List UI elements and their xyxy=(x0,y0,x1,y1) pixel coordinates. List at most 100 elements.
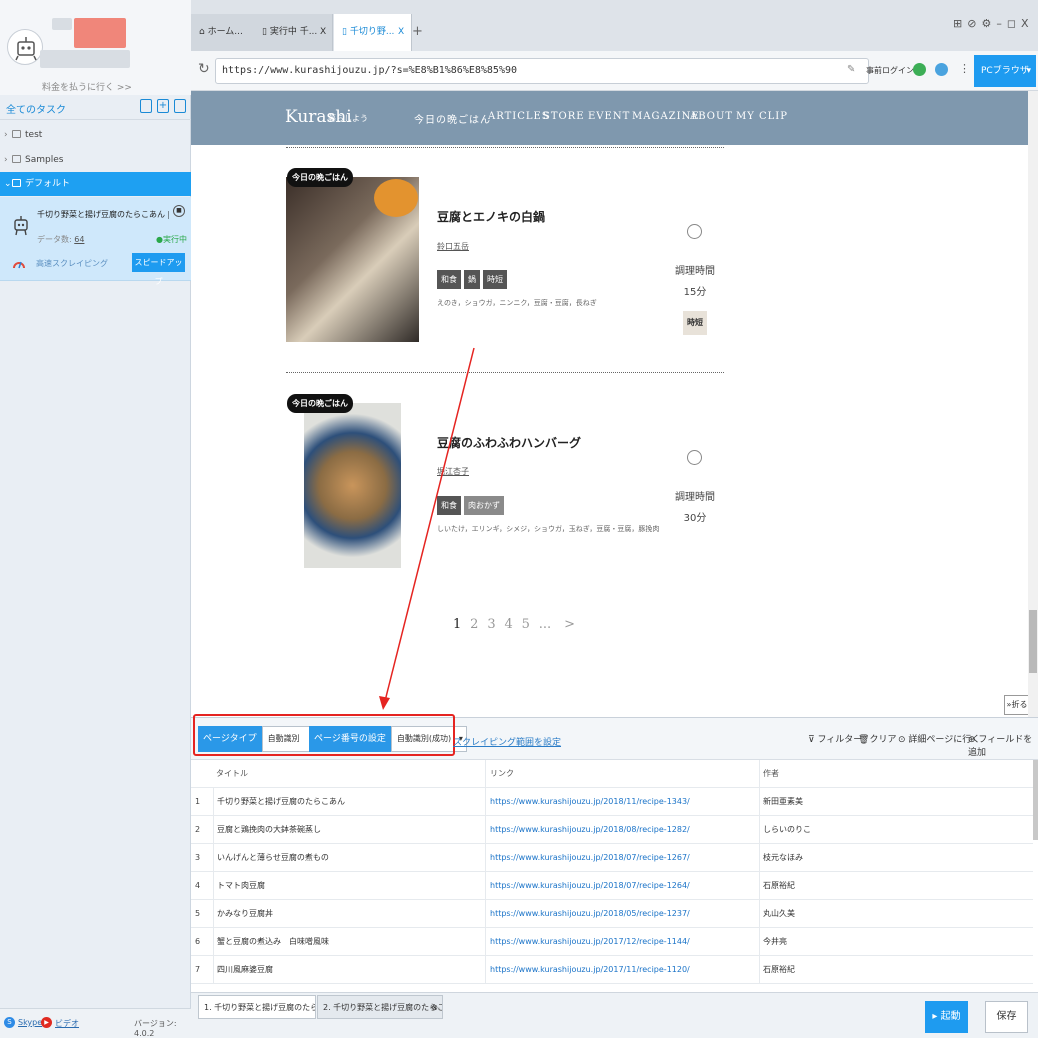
next-page-icon[interactable]: > xyxy=(564,617,575,632)
pay-link[interactable]: 料金を払うに行く >> xyxy=(42,80,132,93)
folder-icon xyxy=(12,130,21,138)
nav-dinner[interactable]: 今日の晩ごはん xyxy=(414,111,491,126)
recipe-title[interactable]: 豆腐とエノキの白鍋 xyxy=(437,208,545,225)
nav-about[interactable]: ABOUT xyxy=(690,111,733,122)
site-logo-sub: 暮らしよう xyxy=(328,114,368,123)
task-tab-2[interactable]: 2. 千切り野菜と揚げ豆腐のたらこ... ⊗ xyxy=(317,995,443,1019)
stop-icon[interactable]: ■ xyxy=(173,205,185,217)
table-row[interactable]: 6 蟹と豆腐の煮込み 白味噌風味 https://www.kurashijouzu.… xyxy=(191,928,1033,956)
all-tasks-label[interactable]: 全てのタスク xyxy=(6,101,66,116)
video-link[interactable]: ビデオ xyxy=(55,1018,79,1029)
row-number: 3 xyxy=(195,853,201,862)
table-row[interactable]: 3 いんげんと薄らせ豆腐の煮もの https://www.kurashijouzu.… xyxy=(191,844,1033,872)
nav-myclip[interactable]: MY CLIP xyxy=(736,111,788,122)
page-3[interactable]: 3 xyxy=(487,617,495,632)
export-icon[interactable] xyxy=(174,99,186,113)
table-row[interactable]: 7 四川風麻婆豆腐 https://www.kurashijouzu.jp/2017… xyxy=(191,956,1033,984)
column-header[interactable]: タイトル xyxy=(213,760,485,788)
clear-button[interactable]: 🗑クリア xyxy=(858,732,896,745)
clock-icon xyxy=(687,224,702,239)
filter-button[interactable]: ⊽ フィルター xyxy=(808,732,862,745)
scrollbar-thumb[interactable] xyxy=(1029,610,1037,673)
table-row[interactable]: 1 千切り野菜と揚げ豆腐のたらこあん https://www.kurashijouz… xyxy=(191,788,1033,816)
quick-badge: 時短 xyxy=(683,311,707,335)
nav-event[interactable]: EVENT xyxy=(588,111,630,122)
nav-articles[interactable]: ARTICLES xyxy=(488,111,550,122)
cell-title: 蟹と豆腐の煮込み 白味噌風味 xyxy=(213,928,485,956)
save-button[interactable]: 保存 xyxy=(985,1001,1028,1033)
home-icon: ⌂ xyxy=(199,27,208,37)
maximize-icon[interactable]: ◻ xyxy=(1007,17,1021,30)
task-card[interactable]: 千切り野菜と揚げ豆腐のたらこあん | Kura... ■ データ数: 64 ●実… xyxy=(0,197,191,286)
edit-icon[interactable]: ✎ xyxy=(847,64,855,75)
tree-item-samples[interactable]: › Samples xyxy=(0,148,191,172)
cook-time: 15分 xyxy=(683,287,707,298)
filter-icon: ⊽ xyxy=(808,735,815,745)
pc-browser-button[interactable]: PCブラウザ ▾ xyxy=(974,55,1036,87)
start-button[interactable]: ▸ 起動 xyxy=(925,1001,968,1033)
avatar[interactable] xyxy=(7,29,43,65)
recipe-image-detail xyxy=(374,179,418,217)
cell-title: 四川風麻婆豆腐 xyxy=(213,956,485,984)
close-icon[interactable]: ⊗ xyxy=(431,996,438,1018)
tag[interactable]: 和食 xyxy=(437,270,461,289)
login-button[interactable]: 事前ログイン xyxy=(866,65,914,76)
close-icon[interactable]: X xyxy=(398,14,404,51)
cell-author: 今井亮 xyxy=(759,928,1033,956)
bottom-bar: 1. 千切り野菜と揚げ豆腐のたらこ... 2. 千切り野菜と揚げ豆腐のたらこ..… xyxy=(191,992,1038,1038)
link-icon: ⊙ xyxy=(898,735,906,745)
tasks-header: 全てのタスク + xyxy=(0,96,191,120)
more-menu-icon[interactable]: ⋮ xyxy=(959,62,970,75)
address-bar: ↻ https://www.kurashijouzu.jp/?s=%E8%B1%… xyxy=(191,51,1038,91)
tree-item-default[interactable]: ⌄ デフォルト xyxy=(0,172,191,196)
tag[interactable]: 時短 xyxy=(483,270,507,289)
recipe-image[interactable] xyxy=(286,177,419,342)
page-4[interactable]: 4 xyxy=(504,617,512,632)
speed-icon xyxy=(13,261,25,269)
extension-blue-icon[interactable] xyxy=(935,63,948,76)
cook-time-label: 調理時間 xyxy=(675,492,715,503)
column-header[interactable]: 作者 xyxy=(759,760,1033,788)
table-row[interactable]: 4 トマト肉豆腐 https://www.kurashijouzu.jp/2018/… xyxy=(191,872,1033,900)
tree-item-test[interactable]: › test xyxy=(0,123,191,147)
dinner-badge: 今日の晩ごはん xyxy=(287,168,353,187)
url-input[interactable]: https://www.kurashijouzu.jp/?s=%E8%B1%86… xyxy=(215,58,869,84)
folder-icon xyxy=(12,155,21,163)
close-icon[interactable]: X xyxy=(320,14,326,51)
fold-button[interactable]: »折る xyxy=(1004,695,1028,715)
close-window-icon[interactable]: X xyxy=(1021,17,1034,30)
tab-active[interactable]: ▯ 千切り野... X xyxy=(334,14,412,51)
reload-icon[interactable]: ↻ xyxy=(198,61,210,77)
column-header[interactable]: リンク xyxy=(485,760,759,788)
tab-running[interactable]: ▯ 実行中 千... X xyxy=(254,14,333,51)
recipe-author[interactable]: 鈴口五岳 xyxy=(437,241,469,252)
speedup-button[interactable]: スピードアップ xyxy=(132,253,185,286)
sidebar: 料金を払うに行く >> 全てのタスク + › test › Samples ⌄ デフォ… xyxy=(0,0,191,1038)
help-icon[interactable]: ⊘ xyxy=(967,17,981,30)
scrape-scope-link[interactable]: スクレイピング範囲を設定 xyxy=(453,735,561,748)
extension-green-icon[interactable] xyxy=(913,63,926,76)
trash-icon: 🗑 xyxy=(858,735,870,745)
task-tab-1[interactable]: 1. 千切り野菜と揚げ豆腐のたらこ... xyxy=(198,995,316,1019)
tag[interactable]: 鍋 xyxy=(464,270,480,289)
account-info-blurred xyxy=(40,50,130,68)
cell-title: 豆腐と鶏挽肉の大鉢茶碗蒸し xyxy=(213,816,485,844)
table-row[interactable]: 5 かみなり豆腐丼 https://www.kurashijouzu.jp/2018… xyxy=(191,900,1033,928)
chevron-down-icon: ⌄ xyxy=(4,179,12,189)
new-tab-icon[interactable]: + xyxy=(412,24,423,39)
gift-icon[interactable]: ⊞ xyxy=(953,17,967,30)
minimize-icon[interactable]: – xyxy=(996,17,1007,30)
skype-icon[interactable]: S xyxy=(4,1017,15,1028)
skype-link[interactable]: Skype xyxy=(18,1018,42,1027)
gear-icon[interactable]: ⚙ xyxy=(981,17,996,30)
page-5[interactable]: 5 xyxy=(522,617,530,632)
table-row[interactable]: 2 豆腐と鶏挽肉の大鉢茶碗蒸し https://www.kurashijouzu.j… xyxy=(191,816,1033,844)
table-scrollbar[interactable] xyxy=(1033,760,1038,840)
data-table: タイトル リンク 作者 1 千切り野菜と揚げ豆腐のたらこあん https://www… xyxy=(191,760,1038,993)
new-task-icon[interactable]: + xyxy=(157,99,169,113)
video-icon[interactable]: ▶ xyxy=(41,1017,52,1028)
nav-store[interactable]: STORE xyxy=(543,111,585,122)
import-icon[interactable] xyxy=(140,99,152,113)
add-field-button[interactable]: ⊕ フィールドを追加 xyxy=(968,732,1038,758)
cell-author: 新田亜素美 xyxy=(759,788,1033,816)
